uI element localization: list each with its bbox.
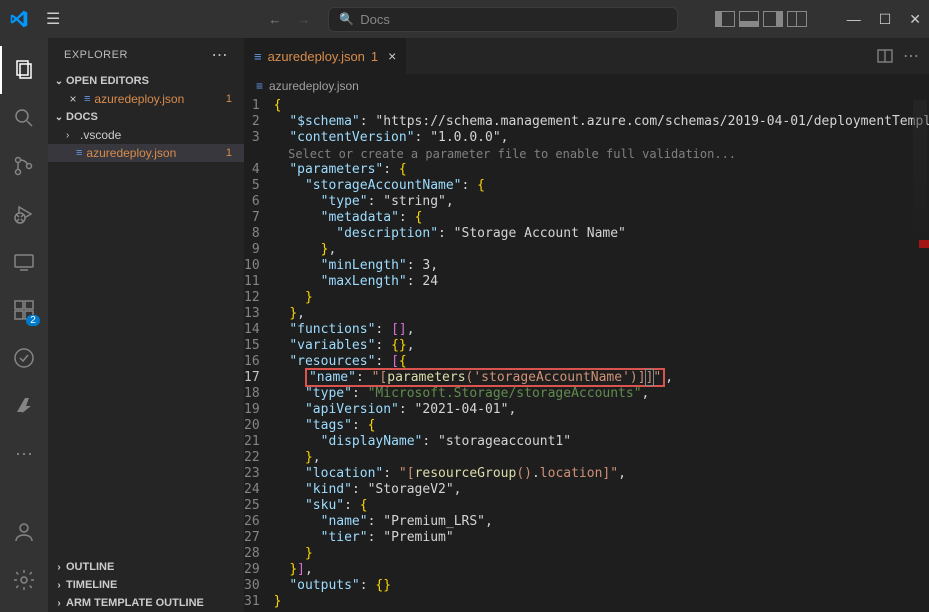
activity-remote-icon[interactable]: [0, 238, 48, 286]
breadcrumb[interactable]: ≡ azuredeploy.json: [244, 74, 929, 98]
chevron-right-icon: ›: [52, 580, 66, 591]
open-editor-item[interactable]: × ≡ azuredeploy.json 1: [48, 90, 244, 108]
menu-icon[interactable]: ☰: [46, 9, 60, 29]
split-editor-icon[interactable]: [877, 49, 893, 63]
activity-more-icon[interactable]: ⋯: [0, 430, 48, 478]
json-file-icon: ≡: [76, 147, 82, 159]
activity-search-icon[interactable]: [0, 94, 48, 142]
activity-extensions-icon[interactable]: 2: [0, 286, 48, 334]
section-label: ARM TEMPLATE OUTLINE: [66, 597, 204, 609]
close-icon[interactable]: ×: [388, 48, 396, 64]
overview-ruler-error-icon[interactable]: [919, 240, 929, 248]
extensions-badge: 2: [26, 315, 40, 326]
toggle-primary-sidebar-icon[interactable]: [715, 11, 735, 27]
code-editor[interactable]: 1234567891011121314151617181920212223242…: [244, 98, 929, 612]
activity-scm-icon[interactable]: [0, 142, 48, 190]
section-label: OPEN EDITORS: [66, 75, 149, 87]
activity-azure-icon[interactable]: [0, 382, 48, 430]
folder-item[interactable]: › .vscode: [48, 126, 244, 144]
json-file-icon: ≡: [84, 93, 90, 105]
minimap[interactable]: [913, 100, 927, 280]
explorer-header: EXPLORER ⋯: [48, 38, 244, 72]
section-label: DOCS: [66, 111, 98, 123]
chevron-down-icon: ⌄: [52, 76, 66, 87]
editor-more-icon[interactable]: ⋯: [903, 46, 919, 66]
chevron-right-icon: ›: [52, 598, 66, 609]
toggle-secondary-sidebar-icon[interactable]: [763, 11, 783, 27]
file-tree-item[interactable]: ≡ azuredeploy.json 1: [48, 144, 244, 162]
window-maximize-icon[interactable]: ☐: [879, 11, 892, 28]
problems-badge: 1: [226, 93, 240, 105]
search-placeholder: Docs: [360, 12, 390, 27]
json-file-icon: ≡: [256, 79, 263, 93]
timeline-section[interactable]: › TIMELINE: [48, 576, 244, 594]
chevron-right-icon: ›: [52, 562, 66, 573]
line-number-gutter: 1234567891011121314151617181920212223242…: [244, 98, 274, 612]
section-label: OUTLINE: [66, 561, 114, 573]
activity-explorer-icon[interactable]: [0, 46, 48, 94]
chevron-down-icon: ⌄: [52, 112, 66, 123]
search-icon: 🔍: [339, 12, 354, 26]
nav-back-icon[interactable]: ←: [264, 8, 285, 31]
file-name: azuredeploy.json: [86, 146, 176, 160]
chevron-right-icon: ›: [66, 130, 76, 141]
nav-forward-icon[interactable]: →: [293, 8, 314, 31]
window-close-icon[interactable]: ✕: [909, 11, 921, 28]
close-icon[interactable]: ×: [66, 92, 80, 106]
activity-debug-icon[interactable]: [0, 190, 48, 238]
breadcrumb-file: azuredeploy.json: [269, 79, 359, 93]
title-bar: ☰ ← → 🔍 Docs — ☐ ✕: [0, 0, 929, 38]
tab-bar: ≡ azuredeploy.json 1 × ⋯: [244, 38, 929, 74]
file-name: azuredeploy.json: [94, 92, 184, 106]
toggle-panel-icon[interactable]: [739, 11, 759, 27]
explorer-sidebar: EXPLORER ⋯ ⌄ OPEN EDITORS × ≡ azuredeplo…: [48, 38, 244, 612]
activity-account-icon[interactable]: [0, 508, 48, 556]
window-minimize-icon[interactable]: —: [847, 11, 861, 28]
activity-bar: 2 ⋯: [0, 38, 48, 612]
workspace-section[interactable]: ⌄ DOCS: [48, 108, 244, 126]
editor-tab[interactable]: ≡ azuredeploy.json 1 ×: [244, 38, 407, 74]
layout-controls: [715, 11, 807, 27]
open-editors-section[interactable]: ⌄ OPEN EDITORS: [48, 72, 244, 90]
folder-name: .vscode: [80, 128, 121, 142]
customize-layout-icon[interactable]: [787, 11, 807, 27]
outline-section[interactable]: › OUTLINE: [48, 558, 244, 576]
vscode-logo: [8, 8, 30, 30]
arm-outline-section[interactable]: › ARM TEMPLATE OUTLINE: [48, 594, 244, 612]
sidebar-title: EXPLORER: [64, 49, 128, 61]
activity-testing-icon[interactable]: [0, 334, 48, 382]
code-content[interactable]: { "$schema": "https://schema.management.…: [274, 98, 929, 612]
tab-label: azuredeploy.json: [268, 49, 365, 64]
json-file-icon: ≡: [254, 49, 262, 64]
command-center-search[interactable]: 🔍 Docs: [328, 7, 678, 32]
tab-badge: 1: [371, 49, 378, 64]
section-label: TIMELINE: [66, 579, 117, 591]
editor-group: ≡ azuredeploy.json 1 × ⋯ ≡ azuredeploy.j…: [244, 38, 929, 612]
activity-settings-icon[interactable]: [0, 556, 48, 604]
explorer-more-icon[interactable]: ⋯: [212, 45, 229, 65]
problems-badge: 1: [226, 147, 240, 159]
